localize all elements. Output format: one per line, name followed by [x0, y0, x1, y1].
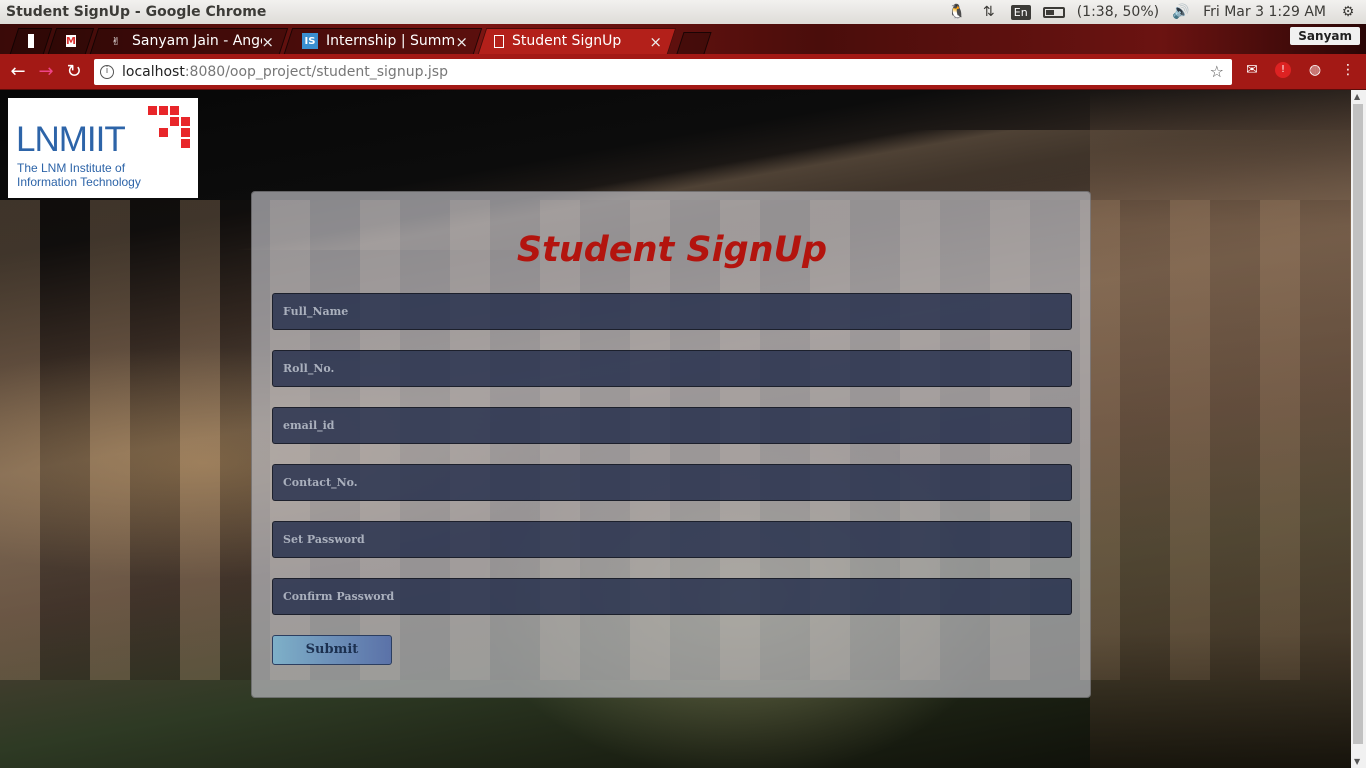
internshala-icon: IS: [302, 33, 318, 49]
logo-text: LNMIIT: [16, 120, 126, 159]
logo-squares-icon: [148, 106, 190, 148]
reload-icon[interactable]: ↻: [60, 61, 88, 82]
profile-button[interactable]: Sanyam: [1290, 27, 1360, 45]
tab-strip: M ✌ Sanyam Jain - AngelL × IS Internship…: [0, 24, 1366, 54]
forward-icon[interactable]: →: [32, 61, 60, 82]
roll-no-input[interactable]: Roll_No.: [272, 350, 1072, 387]
close-icon[interactable]: ×: [649, 33, 662, 51]
clock[interactable]: Fri Mar 3 1:29 AM: [1203, 4, 1326, 20]
tab-student-signup[interactable]: Student SignUp ×: [484, 28, 670, 54]
bookmark-star-icon[interactable]: ☆: [1210, 62, 1224, 81]
extension-shield-icon[interactable]: !: [1275, 62, 1291, 78]
extension-mail-icon[interactable]: ✉: [1243, 62, 1261, 80]
keyboard-layout-indicator[interactable]: En: [1010, 4, 1031, 20]
new-tab-button[interactable]: [676, 32, 712, 54]
set-password-input[interactable]: Set Password: [272, 521, 1072, 558]
page-viewport: LNMIIT The LNM Institute of Information …: [0, 90, 1351, 768]
page-icon: [494, 34, 504, 48]
battery-icon[interactable]: [1042, 6, 1065, 18]
gear-icon[interactable]: ⚙: [1338, 4, 1358, 20]
signup-form: Student SignUp Full_Name Roll_No. email_…: [251, 191, 1091, 698]
close-icon[interactable]: ×: [455, 33, 468, 51]
tab-label: Internship | Summer: [326, 33, 454, 49]
window-title: Student SignUp - Google Chrome: [6, 4, 267, 20]
tab-label: Student SignUp: [512, 33, 622, 49]
email-input[interactable]: email_id: [272, 407, 1072, 444]
gmail-icon: M: [66, 35, 76, 47]
tab-angellist[interactable]: ✌ Sanyam Jain - AngelL ×: [98, 28, 282, 54]
angellist-icon: ✌: [111, 34, 121, 48]
scroll-thumb[interactable]: [1353, 104, 1363, 744]
battery-status[interactable]: (1:38, 50%): [1077, 4, 1159, 20]
tux-icon[interactable]: 🐧: [947, 4, 967, 20]
info-icon[interactable]: i: [100, 65, 114, 79]
background-wall: [1090, 90, 1351, 768]
tab-blank[interactable]: [18, 28, 52, 54]
url-path: :8080/oop_project/student_signup.jsp: [184, 64, 448, 80]
tab-internshala[interactable]: IS Internship | Summer ×: [292, 28, 476, 54]
tab-gmail[interactable]: M: [56, 28, 94, 54]
submit-button[interactable]: Submit: [272, 635, 392, 665]
page-scrollbar[interactable]: ▲ ▼: [1351, 90, 1366, 768]
confirm-password-input[interactable]: Confirm Password: [272, 578, 1072, 615]
volume-icon[interactable]: 🔊: [1171, 4, 1191, 20]
form-heading: Student SignUp: [516, 230, 828, 270]
address-bar[interactable]: i localhost:8080/oop_project/student_sig…: [94, 59, 1232, 85]
extension-globe-icon[interactable]: ◍: [1306, 62, 1324, 80]
contact-no-input[interactable]: Contact_No.: [272, 464, 1072, 501]
tab-label: Sanyam Jain - AngelL: [132, 33, 262, 49]
lnmiit-logo: LNMIIT The LNM Institute of Information …: [8, 98, 198, 198]
logo-subtitle: The LNM Institute of Information Technol…: [17, 161, 141, 189]
close-icon[interactable]: ×: [261, 33, 274, 51]
logo-line-2: Information Technology: [17, 175, 141, 189]
scroll-up-icon[interactable]: ▲: [1354, 92, 1360, 101]
back-icon[interactable]: ←: [4, 61, 32, 82]
page-icon: [28, 34, 34, 48]
os-top-panel: Student SignUp - Google Chrome 🐧 ⇅ En (1…: [0, 0, 1366, 24]
browser-toolbar: ← → ↻ i localhost:8080/oop_project/stude…: [0, 54, 1366, 89]
url-host: localhost: [122, 64, 185, 80]
logo-line-1: The LNM Institute of: [17, 161, 126, 175]
network-icon[interactable]: ⇅: [979, 4, 999, 20]
scroll-down-icon[interactable]: ▼: [1354, 757, 1360, 766]
menu-icon[interactable]: ⋮: [1339, 62, 1357, 80]
full-name-input[interactable]: Full_Name: [272, 293, 1072, 330]
